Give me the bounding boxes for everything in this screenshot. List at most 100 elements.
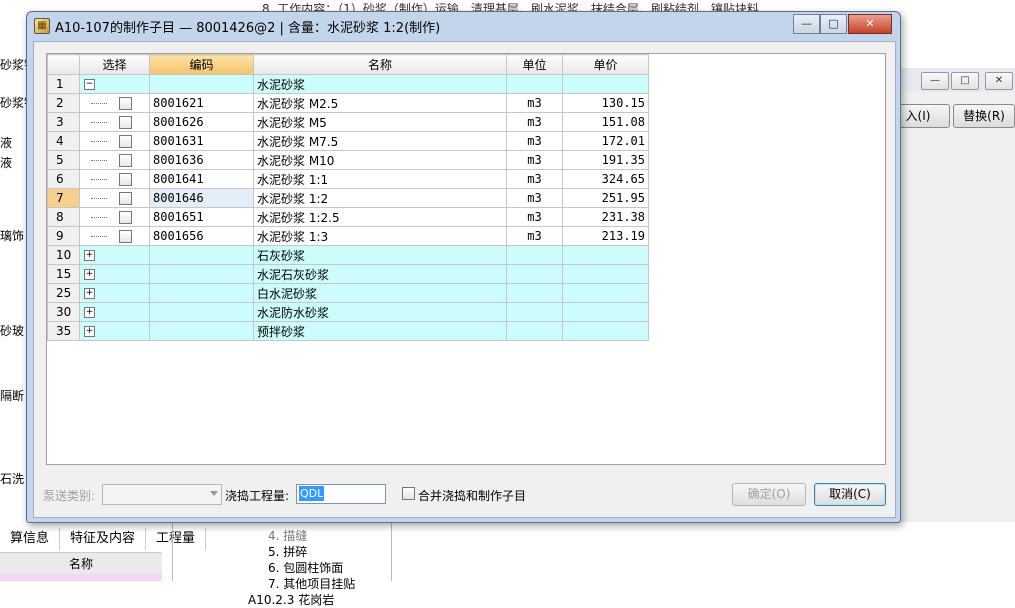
unit-cell[interactable]	[506, 264, 563, 284]
group-row[interactable]: 15 + 水泥石灰砂浆	[47, 264, 649, 284]
tree-item[interactable]: 5. 拼碎	[268, 544, 355, 560]
row-number[interactable]: 10	[47, 245, 80, 265]
row-number[interactable]: 8	[47, 207, 80, 227]
code-cell[interactable]	[149, 74, 254, 94]
unit-cell[interactable]	[506, 321, 563, 341]
row-number[interactable]: 35	[47, 321, 80, 341]
select-cell[interactable]	[79, 226, 150, 246]
unit-cell[interactable]: m3	[506, 131, 563, 151]
row-number[interactable]: 5	[47, 150, 80, 170]
row-checkbox[interactable]	[119, 192, 132, 205]
unit-cell[interactable]: m3	[506, 169, 563, 189]
group-row[interactable]: 30 + 水泥防水砂浆	[47, 302, 649, 322]
column-header-select[interactable]: 选择	[79, 54, 150, 75]
code-cell[interactable]: 8001636	[149, 150, 254, 170]
name-cell[interactable]: 水泥防水砂浆	[253, 302, 507, 322]
expand-icon[interactable]: +	[84, 269, 95, 280]
unit-cell[interactable]	[506, 245, 563, 265]
group-row[interactable]: 1− 水泥砂浆	[47, 74, 649, 94]
price-cell[interactable]	[562, 283, 649, 303]
cancel-button[interactable]: 取消(C)	[814, 483, 886, 506]
row-number[interactable]: 7	[47, 188, 80, 208]
unit-cell[interactable]: m3	[506, 150, 563, 170]
name-cell[interactable]: 水泥砂浆	[253, 74, 507, 94]
name-cell[interactable]: 白水泥砂浆	[253, 283, 507, 303]
select-cell[interactable]: −	[79, 74, 150, 94]
name-cell[interactable]: 水泥砂浆 1:2	[253, 188, 507, 208]
row-number[interactable]: 3	[47, 112, 80, 132]
code-cell[interactable]	[149, 283, 254, 303]
unit-cell[interactable]: m3	[506, 207, 563, 227]
select-cell[interactable]	[79, 93, 150, 113]
code-cell[interactable]	[149, 245, 254, 265]
select-cell[interactable]: +	[79, 302, 150, 322]
price-cell[interactable]: 130.15	[562, 93, 649, 113]
tree-item[interactable]: 6. 包圆柱饰面	[268, 560, 355, 576]
price-cell[interactable]	[562, 264, 649, 284]
name-cell[interactable]: 水泥砂浆 M7.5	[253, 131, 507, 151]
group-row[interactable]: 25 + 白水泥砂浆	[47, 283, 649, 303]
table-row[interactable]: 3 8001626 水泥砂浆 M5 m3 151.08	[47, 112, 649, 132]
bg-maximize-icon[interactable]: □	[951, 72, 979, 90]
select-cell[interactable]	[79, 207, 150, 227]
row-checkbox[interactable]	[119, 230, 132, 243]
unit-cell[interactable]	[506, 283, 563, 303]
price-cell[interactable]	[562, 321, 649, 341]
unit-cell[interactable]: m3	[506, 226, 563, 246]
row-number[interactable]: 25	[47, 283, 80, 303]
minimize-icon[interactable]: —	[793, 14, 820, 34]
select-cell[interactable]	[79, 188, 150, 208]
close-icon[interactable]: ✕	[848, 14, 892, 34]
unit-cell[interactable]	[506, 74, 563, 94]
name-cell[interactable]: 水泥砂浆 1:1	[253, 169, 507, 189]
unit-cell[interactable]: m3	[506, 93, 563, 113]
table-row[interactable]: 6 8001641 水泥砂浆 1:1 m3 324.65	[47, 169, 649, 189]
table-row[interactable]: 2 8001621 水泥砂浆 M2.5 m3 130.15	[47, 93, 649, 113]
table-row[interactable]: 5 8001636 水泥砂浆 M10 m3 191.35	[47, 150, 649, 170]
price-cell[interactable]: 172.01	[562, 131, 649, 151]
table-row[interactable]: 4 8001631 水泥砂浆 M7.5 m3 172.01	[47, 131, 649, 151]
group-row[interactable]: 10 + 石灰砂浆	[47, 245, 649, 265]
column-header-unit[interactable]: 单位	[506, 54, 563, 75]
select-cell[interactable]	[79, 131, 150, 151]
ok-button[interactable]: 确定(O)	[732, 483, 806, 506]
select-cell[interactable]: +	[79, 264, 150, 284]
name-cell[interactable]: 水泥石灰砂浆	[253, 264, 507, 284]
tree-item[interactable]: 4. 描缝	[268, 528, 355, 544]
name-cell[interactable]: 水泥砂浆 M2.5	[253, 93, 507, 113]
table-row[interactable]: 7 8001646 水泥砂浆 1:2 m3 251.95	[47, 188, 649, 208]
column-header-price[interactable]: 单价	[562, 54, 649, 75]
row-checkbox[interactable]	[119, 97, 132, 110]
row-checkbox[interactable]	[119, 173, 132, 186]
code-cell[interactable]: 8001646	[149, 188, 254, 208]
code-cell[interactable]: 8001631	[149, 131, 254, 151]
code-cell[interactable]: 8001641	[149, 169, 254, 189]
pump-type-select[interactable]	[102, 484, 222, 505]
tab-calc-info[interactable]: 算信息	[0, 528, 61, 550]
price-cell[interactable]: 324.65	[562, 169, 649, 189]
column-header-code[interactable]: 编码	[149, 54, 254, 75]
price-cell[interactable]: 213.19	[562, 226, 649, 246]
code-cell[interactable]	[149, 264, 254, 284]
name-cell[interactable]: 水泥砂浆 1:2.5	[253, 207, 507, 227]
code-cell[interactable]	[149, 302, 254, 322]
tree-item[interactable]: 7. 其他项目挂贴	[268, 576, 355, 592]
row-checkbox[interactable]	[119, 154, 132, 167]
bg-minimize-icon[interactable]: —	[921, 72, 949, 90]
expand-icon[interactable]: +	[84, 307, 95, 318]
price-cell[interactable]	[562, 302, 649, 322]
select-cell[interactable]: +	[79, 245, 150, 265]
unit-cell[interactable]: m3	[506, 112, 563, 132]
row-checkbox[interactable]	[119, 135, 132, 148]
price-cell[interactable]: 231.38	[562, 207, 649, 227]
group-row[interactable]: 35 + 预拌砂浆	[47, 321, 649, 341]
expand-icon[interactable]: +	[84, 288, 95, 299]
row-checkbox[interactable]	[119, 116, 132, 129]
code-cell[interactable]: 8001626	[149, 112, 254, 132]
select-cell[interactable]	[79, 150, 150, 170]
price-cell[interactable]: 151.08	[562, 112, 649, 132]
code-cell[interactable]: 8001651	[149, 207, 254, 227]
replace-button[interactable]: 替换(R)	[953, 104, 1015, 128]
row-checkbox[interactable]	[119, 211, 132, 224]
tree-item[interactable]: A10.2.3 花岗岩	[248, 592, 355, 608]
